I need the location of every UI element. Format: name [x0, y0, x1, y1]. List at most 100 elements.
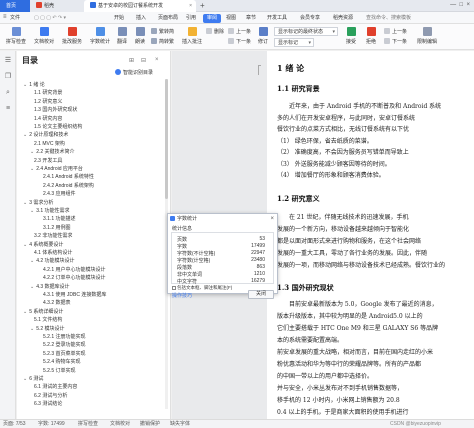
- outline-icon[interactable]: ≡: [4, 105, 12, 113]
- toc-item[interactable]: 4.2.2 订单中心功能模块设计: [39, 274, 106, 281]
- toc-add-icon[interactable]: ⊞: [129, 57, 134, 64]
- menu-chapter[interactable]: 章节: [246, 14, 256, 23]
- toc-item[interactable]: 4.3.1 使用 JDBC 连接数据库: [39, 291, 106, 298]
- spell-check-status[interactable]: 拼写检查: [78, 421, 98, 428]
- toc-item[interactable]: ⌄ 4.2 功能模块设计: [30, 257, 75, 264]
- chevron-down-icon[interactable]: ⌄: [30, 326, 34, 332]
- tab-home[interactable]: 首页: [0, 0, 30, 12]
- menu-home[interactable]: 开始: [114, 14, 124, 23]
- minimize-icon[interactable]: —: [450, 2, 456, 8]
- toc-item[interactable]: ⌄ 2 设计原理和技术: [23, 131, 68, 138]
- doc-proof-button[interactable]: 文档校对: [31, 27, 57, 45]
- menu-review[interactable]: 审阅: [203, 14, 222, 23]
- toc-close-icon[interactable]: ×: [155, 57, 159, 63]
- toc-item[interactable]: 2.4.2 Android 系统架构: [39, 182, 94, 189]
- toc-item[interactable]: ⌄ 4.3 数据库设计: [30, 283, 70, 290]
- toc-item[interactable]: ⌄ 1 绪 论: [23, 81, 45, 88]
- toc-item[interactable]: 5.2.4 购物车实现: [39, 358, 81, 365]
- spell-check-button[interactable]: 拼写检查: [3, 27, 29, 45]
- chevron-down-icon[interactable]: ⌄: [23, 200, 27, 206]
- command-search[interactable]: 查找命令、搜索模板: [366, 14, 411, 23]
- page-indicator[interactable]: 页面: 7/53: [3, 421, 26, 428]
- hamburger-icon[interactable]: ≡: [3, 14, 7, 20]
- word-count-indicator[interactable]: 字数: 17499: [38, 421, 65, 428]
- toc-item[interactable]: 1.2 研究意义: [30, 98, 62, 105]
- toc-item[interactable]: ⌄ 6 测试: [23, 375, 43, 382]
- delete-comment-button[interactable]: 删除: [206, 28, 224, 36]
- word-count-button[interactable]: 字数统计: [87, 27, 113, 45]
- toc-item[interactable]: 1.4 研究内容: [30, 115, 62, 122]
- toc-item[interactable]: 3.2 非功能性需求: [30, 232, 72, 239]
- menu-view[interactable]: 视图: [226, 14, 236, 23]
- toc-item[interactable]: ⌄ 2.4 Android 应用平台: [30, 165, 83, 172]
- operation-tips-link[interactable]: 操作技巧: [172, 292, 192, 299]
- tab-docer[interactable]: 稻壳: [30, 0, 84, 12]
- missing-font-status[interactable]: 缺失字体: [170, 421, 190, 428]
- chevron-down-icon[interactable]: ⌄: [23, 376, 27, 382]
- toc-collapse-icon[interactable]: ⊟: [141, 57, 146, 64]
- next-change-button[interactable]: 下一条: [384, 38, 407, 46]
- toc-panel-icon[interactable]: ☰: [4, 57, 12, 65]
- toc-item[interactable]: 1.3 国内外研究现状: [30, 106, 77, 113]
- toc-item[interactable]: 5.2.1 注册功能实现: [39, 333, 86, 340]
- toc-item[interactable]: 2.4.3 应用组件: [39, 190, 76, 197]
- toc-item[interactable]: ⌄ 4 系统概要设计: [23, 241, 63, 248]
- toc-item[interactable]: 3.1.2 用例图: [39, 224, 71, 231]
- tab-close-icon[interactable]: ×: [189, 0, 192, 12]
- track-changes-button[interactable]: 修订: [254, 27, 272, 45]
- menu-insert[interactable]: 插入: [136, 14, 146, 23]
- search-icon[interactable]: ⌕: [4, 89, 12, 97]
- undo-protect-status[interactable]: 撤销保护: [140, 421, 160, 428]
- menu-vip[interactable]: 会员专享: [300, 14, 320, 23]
- toc-item[interactable]: 1.5 论文主要组织结构: [30, 123, 82, 130]
- chevron-down-icon[interactable]: ⌄: [30, 166, 34, 172]
- chevron-down-icon[interactable]: ⌄: [30, 208, 34, 214]
- toc-scrollbar-thumb[interactable]: [165, 79, 168, 199]
- toc-item[interactable]: 6.2 测试与分析: [30, 392, 67, 399]
- insert-comment-button[interactable]: 插入批注: [180, 27, 204, 45]
- menu-devtools[interactable]: 开发工具: [267, 14, 287, 23]
- reject-button[interactable]: 拒绝: [362, 27, 380, 45]
- toc-item[interactable]: 4.1 体系结构设计: [30, 249, 72, 256]
- doc-proof-status[interactable]: 文档校对: [110, 421, 130, 428]
- toc-item[interactable]: ⌄ 3.1 功能性需求: [30, 207, 70, 214]
- toc-item[interactable]: 1.1 研究背景: [30, 89, 62, 96]
- accept-button[interactable]: 接受: [342, 27, 360, 45]
- review-service-button[interactable]: 批改服务: [59, 27, 85, 45]
- dialog-close-button[interactable]: 关闭: [248, 290, 274, 299]
- toc-item[interactable]: 5.2.3 首页菜单实现: [39, 350, 86, 357]
- menu-file[interactable]: 文件: [10, 14, 20, 23]
- toc-item[interactable]: 2.3 开发工具: [30, 157, 62, 164]
- toc-item[interactable]: 2.4.1 Android 系统特性: [39, 173, 94, 180]
- menu-docer-res[interactable]: 稻壳资源: [333, 14, 353, 23]
- toc-item[interactable]: ⌄ 2.2 关键技术简介: [30, 148, 75, 155]
- chevron-down-icon[interactable]: ⌄: [30, 284, 34, 290]
- chevron-down-icon[interactable]: ⌄: [30, 258, 34, 264]
- toc-item[interactable]: 5.2.2 登录功能实现: [39, 341, 86, 348]
- window-close-icon[interactable]: ×: [466, 2, 470, 8]
- show-markup-dropdown[interactable]: 显示标记 ▾: [274, 38, 314, 47]
- menu-layout[interactable]: 页面布局: [158, 14, 178, 23]
- markup-state-dropdown[interactable]: 显示标记的最终状态 ▾: [274, 27, 338, 36]
- toc-item[interactable]: 6.3 测试结论: [30, 400, 62, 407]
- chevron-down-icon[interactable]: ⌄: [23, 82, 27, 88]
- toc-item[interactable]: 4.2.1 用户中心功能模块设计: [39, 266, 106, 273]
- restrict-edit-button[interactable]: 限制编辑: [414, 27, 440, 45]
- prev-change-button[interactable]: 上一条: [384, 28, 407, 36]
- toc-item[interactable]: ⌄ 3 需求分析: [23, 199, 53, 206]
- chevron-down-icon[interactable]: ⌄: [23, 132, 27, 138]
- toc-item[interactable]: 6.1 测试的主要内容: [30, 383, 77, 390]
- toc-item[interactable]: 4.3.2 数据表: [39, 299, 71, 306]
- chevron-down-icon[interactable]: ⌄: [23, 309, 27, 315]
- toc-item[interactable]: ⌄ 5 系统详细设计: [23, 308, 63, 315]
- toc-item[interactable]: 2.1 MVC 架构: [30, 140, 65, 147]
- include-textbox-checkbox[interactable]: 包括文本框、脚注和尾注(F): [172, 285, 232, 291]
- chevron-down-icon[interactable]: ⌄: [30, 149, 34, 155]
- translate-button[interactable]: 翻译: [113, 27, 131, 45]
- toc-item[interactable]: ⌄ 5.2 模块设计: [30, 325, 65, 332]
- chevron-down-icon[interactable]: ⌄: [23, 242, 27, 248]
- tab-document[interactable]: 基于安卓的校园订餐系统开发 ×: [84, 0, 196, 12]
- toc-item[interactable]: 5.1 文件结构: [30, 316, 62, 323]
- toc-item[interactable]: 5.2.5 订单实现: [39, 367, 76, 374]
- document-page[interactable]: 1 绪 论 1.1 研究背景 近年来，由于 Android 手机的不断普及和 A…: [267, 51, 474, 419]
